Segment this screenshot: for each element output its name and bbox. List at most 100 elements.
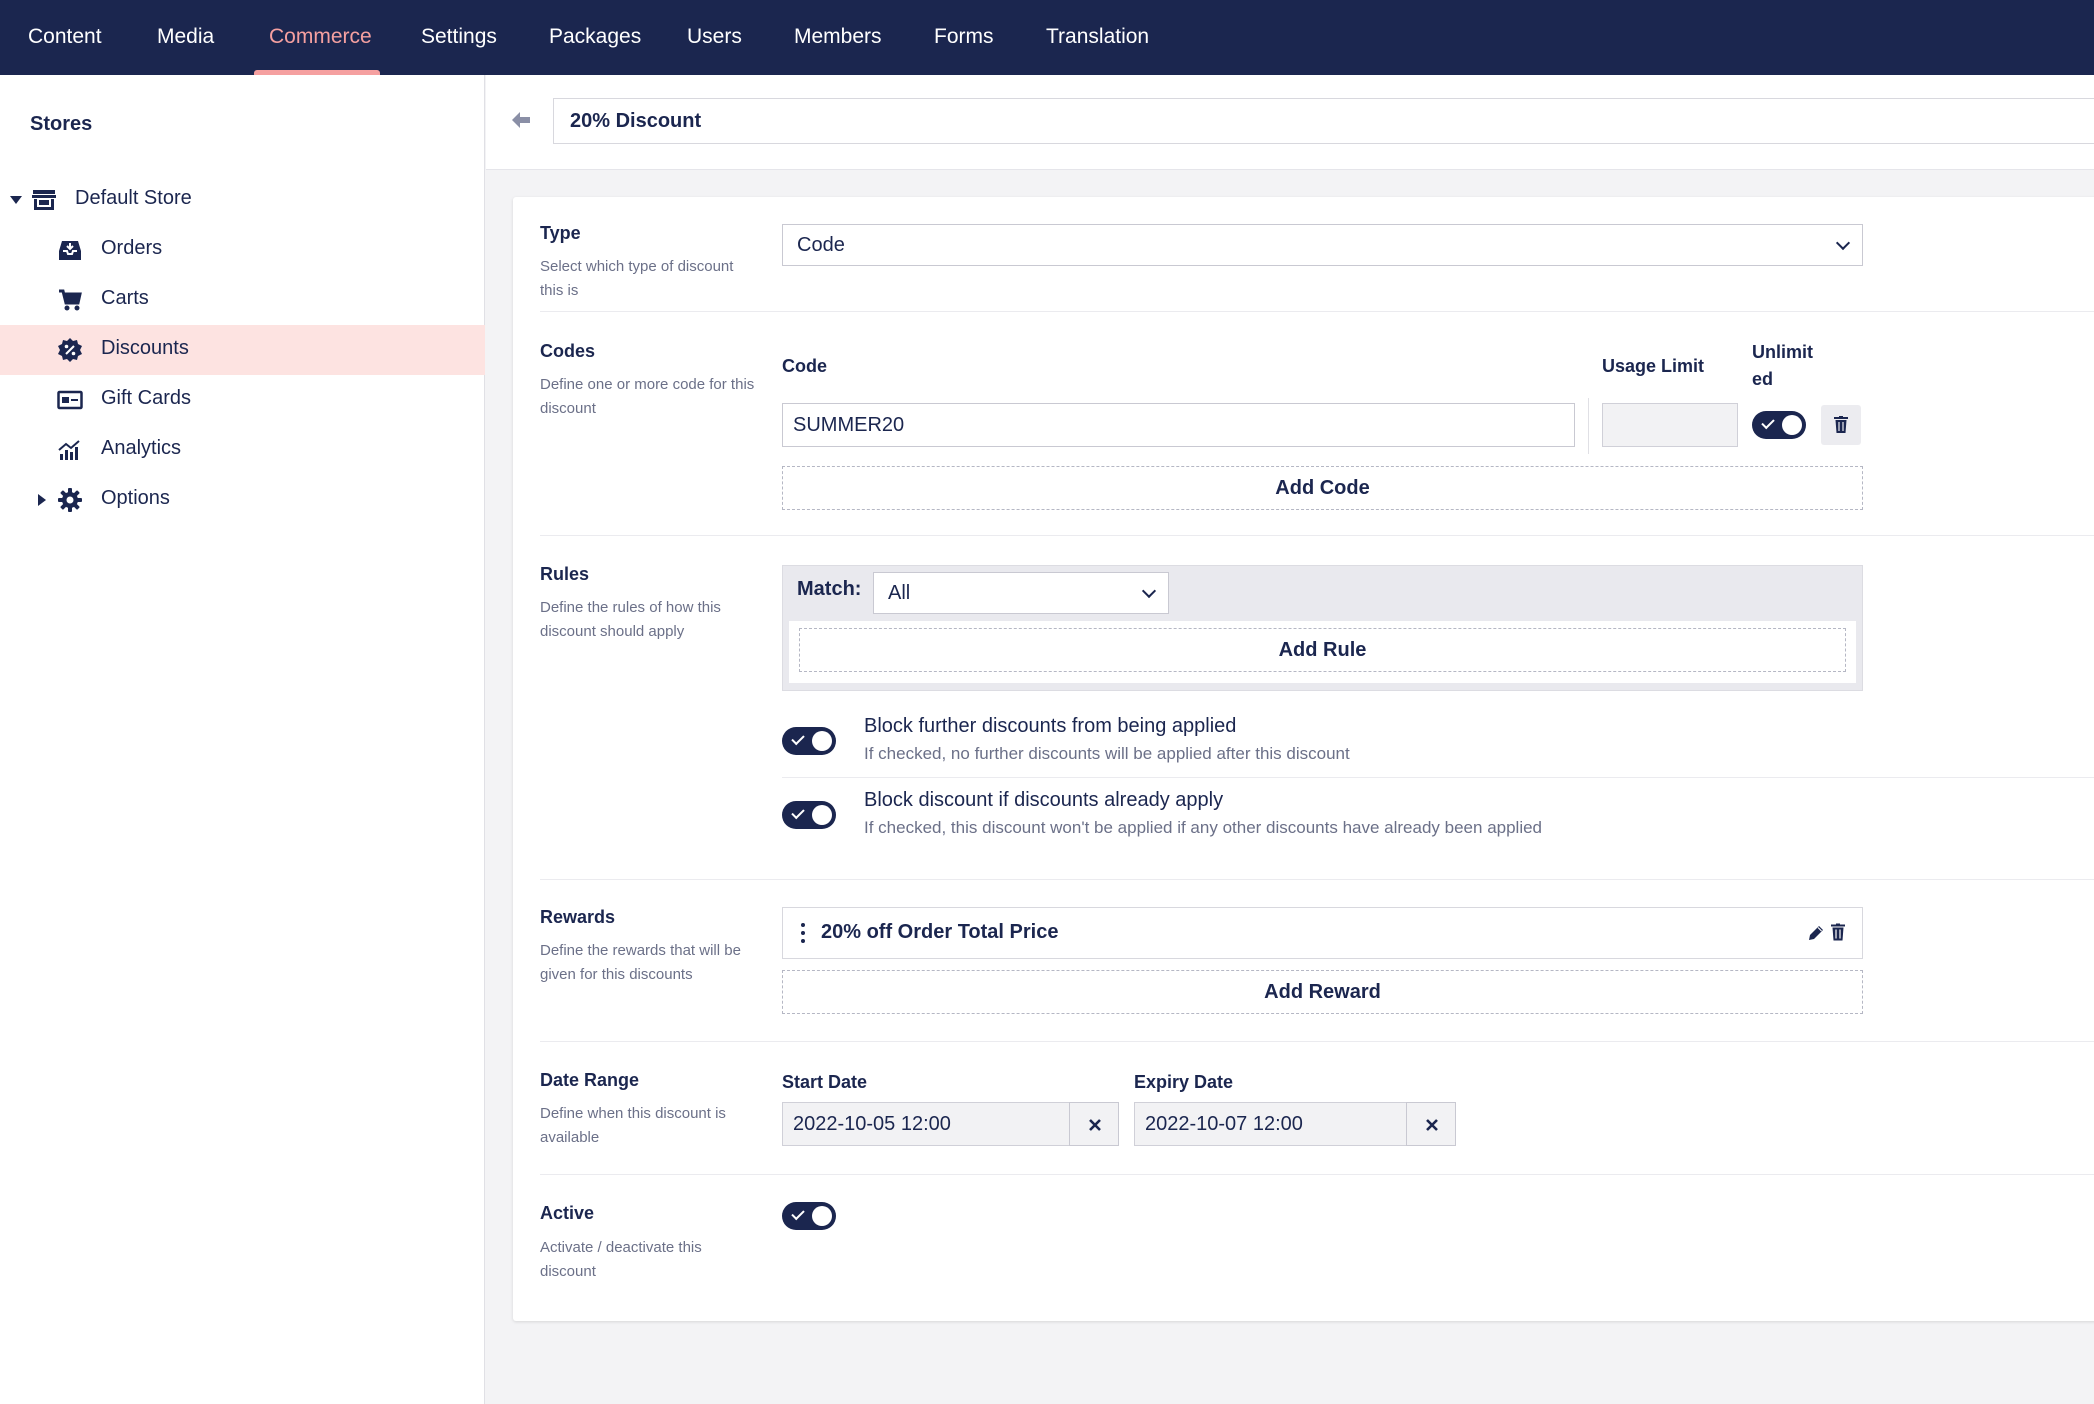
type-select[interactable]: Code — [782, 224, 1863, 266]
code-input[interactable] — [782, 403, 1575, 447]
checkmark-icon — [791, 1206, 805, 1221]
tree-item-analytics[interactable]: Analytics — [0, 425, 485, 475]
unlimited-toggle[interactable] — [1752, 411, 1806, 439]
chevron-down-icon — [1141, 583, 1157, 599]
type-label: Type — [540, 223, 581, 243]
orders-inbox-icon — [59, 241, 81, 260]
rules-list: Add Rule — [789, 621, 1856, 683]
type-description: Select which type of discount this is — [540, 258, 734, 299]
tree-item-label: Orders — [101, 237, 163, 259]
active-description: Activate / deactivate this discount — [540, 1239, 702, 1280]
match-label: Match: — [797, 578, 862, 600]
tree-item-carts[interactable]: Carts — [0, 275, 485, 325]
tree-item-orders[interactable]: Orders — [0, 225, 485, 275]
clear-expiry-date-button[interactable] — [1406, 1102, 1456, 1146]
gear-icon — [58, 488, 82, 512]
match-select[interactable]: All — [873, 572, 1169, 614]
block-if-discounts-apply-toggle[interactable] — [782, 801, 836, 829]
codes-label: Codes — [540, 341, 596, 361]
checkmark-icon — [791, 805, 805, 820]
toggle-knob — [1782, 415, 1802, 435]
unlimited-column-header: Unlimited — [1752, 342, 1813, 389]
tree-item-options[interactable]: Options — [0, 475, 485, 525]
expiry-date-picker — [1134, 1102, 1456, 1146]
nav-item-users[interactable]: Users — [687, 0, 742, 75]
store-icon — [32, 190, 56, 210]
edit-pencil-icon[interactable] — [1807, 924, 1825, 942]
editor-header — [486, 75, 2094, 170]
date-range-label: Date Range — [540, 1070, 640, 1090]
close-icon — [1089, 1119, 1101, 1131]
code-column-header: Code — [782, 356, 827, 376]
nav-item-media[interactable]: Media — [157, 0, 214, 75]
codes-description: Define one or more code for this discoun… — [540, 376, 755, 417]
discount-name-input[interactable] — [553, 98, 2094, 144]
sidebar: Stores Default Store Orders Carts Discou… — [0, 75, 485, 1404]
nav-item-commerce[interactable]: Commerce — [269, 0, 372, 75]
toggle-knob — [812, 731, 832, 751]
expiry-date-input[interactable] — [1134, 1102, 1407, 1146]
tree-item-default-store[interactable]: Default Store — [0, 175, 485, 225]
rules-description: Define the rules of how this discount sh… — [540, 599, 721, 640]
close-icon — [1426, 1119, 1438, 1131]
block-further-discounts-toggle[interactable] — [782, 727, 836, 755]
nav-item-settings[interactable]: Settings — [421, 0, 497, 75]
tree-item-gift-cards[interactable]: Gift Cards — [0, 375, 485, 425]
toggle-knob — [812, 805, 832, 825]
rules-builder: Match: All Add Rule — [782, 565, 1863, 691]
start-date-label: Start Date — [782, 1072, 868, 1092]
nav-item-translation[interactable]: Translation — [1046, 0, 1149, 75]
rules-label: Rules — [540, 564, 590, 584]
match-select-value: All — [888, 582, 911, 604]
column-divider — [1588, 398, 1589, 454]
divider — [540, 311, 2094, 312]
divider — [540, 1174, 2094, 1175]
active-toggle[interactable] — [782, 1202, 836, 1230]
checkmark-icon — [791, 731, 805, 746]
divider — [540, 879, 2094, 880]
tree-item-discounts[interactable]: Discounts — [0, 325, 485, 375]
cart-icon — [59, 289, 82, 311]
back-arrow-icon[interactable] — [508, 107, 534, 133]
nav-item-packages[interactable]: Packages — [549, 0, 641, 75]
trash-icon — [1834, 416, 1848, 433]
tree-item-label: Default Store — [75, 187, 192, 209]
tree-item-label: Options — [101, 487, 170, 509]
rewards-label: Rewards — [540, 907, 616, 927]
tree-item-label: Gift Cards — [101, 387, 192, 409]
analytics-chart-icon — [58, 440, 80, 460]
divider — [782, 777, 2094, 778]
type-select-value: Code — [797, 234, 845, 256]
divider — [540, 1041, 2094, 1042]
caret-down-icon[interactable] — [10, 196, 22, 204]
start-date-input[interactable] — [782, 1102, 1070, 1146]
usage-limit-column-header: Usage Limit — [1602, 356, 1705, 376]
trash-icon[interactable] — [1831, 923, 1845, 941]
nav-item-members[interactable]: Members — [794, 0, 882, 75]
checkmark-icon — [1761, 415, 1775, 430]
nav-item-forms[interactable]: Forms — [934, 0, 994, 75]
block-if-title: Block discount if discounts already appl… — [864, 789, 1224, 811]
drag-handle-icon[interactable] — [801, 922, 805, 944]
gift-card-icon — [57, 390, 83, 410]
clear-start-date-button[interactable] — [1069, 1102, 1119, 1146]
nav-item-content[interactable]: Content — [28, 0, 102, 75]
block-further-description: If checked, no further discounts will be… — [864, 744, 1350, 763]
caret-right-icon[interactable] — [38, 494, 46, 506]
active-label: Active — [540, 1203, 595, 1223]
date-range-description: Define when this discount is available — [540, 1105, 726, 1146]
start-date-picker — [782, 1102, 1119, 1146]
reward-item[interactable]: 20% off Order Total Price — [782, 907, 1863, 959]
block-further-title: Block further discounts from being appli… — [864, 715, 1237, 737]
add-reward-button[interactable]: Add Reward — [782, 970, 1863, 1014]
add-rule-button[interactable]: Add Rule — [799, 628, 1846, 672]
rewards-description: Define the rewards that will be given fo… — [540, 942, 741, 983]
sidebar-title: Stores — [30, 113, 93, 135]
delete-code-button[interactable] — [1821, 405, 1861, 445]
block-if-description: If checked, this discount won't be appli… — [864, 818, 1543, 837]
toggle-knob — [812, 1206, 832, 1226]
expiry-date-label: Expiry Date — [1134, 1072, 1234, 1092]
add-code-button[interactable]: Add Code — [782, 466, 1863, 510]
reward-name: 20% off Order Total Price — [821, 921, 1059, 943]
usage-limit-input[interactable] — [1602, 403, 1738, 447]
